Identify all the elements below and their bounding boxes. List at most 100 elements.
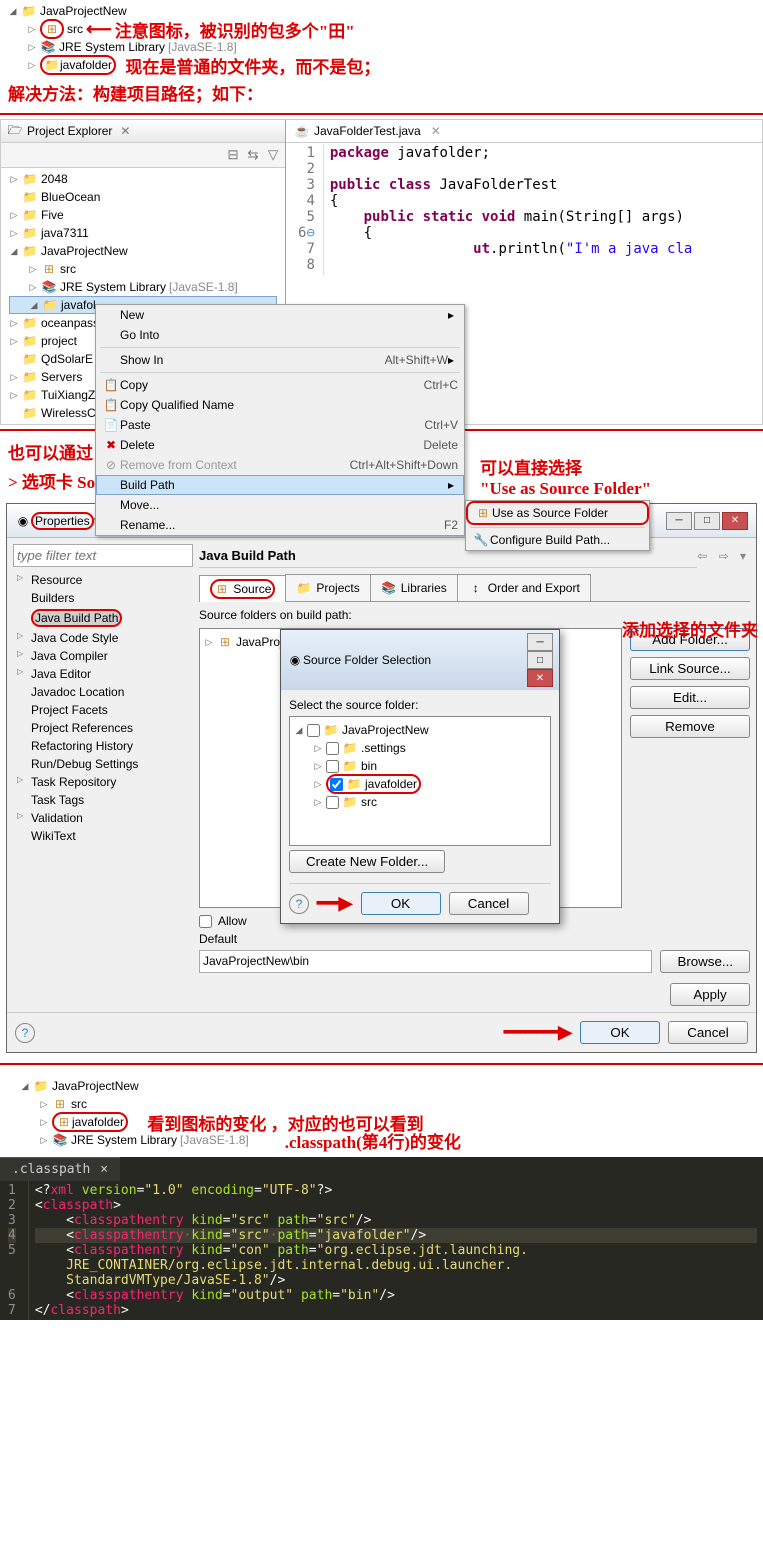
- xml-gutter: 12345 67: [0, 1181, 29, 1320]
- menu-move[interactable]: Move...: [96, 495, 464, 515]
- root-checkbox[interactable]: [307, 724, 320, 737]
- folder-checkbox[interactable]: [326, 796, 339, 809]
- folder-icon: 📁: [44, 57, 60, 73]
- edit-button[interactable]: Edit...: [630, 686, 750, 709]
- nav-validation[interactable]: Validation: [13, 809, 193, 827]
- explorer-title: Project Explorer: [27, 124, 112, 138]
- nav-refactoring[interactable]: Refactoring History: [13, 737, 193, 755]
- apply-button[interactable]: Apply: [670, 983, 750, 1006]
- nav-compiler[interactable]: Java Compiler: [13, 647, 193, 665]
- nav-resource[interactable]: Resource: [13, 571, 193, 589]
- nav-references[interactable]: Project References: [13, 719, 193, 737]
- close-button[interactable]: ✕: [722, 512, 748, 530]
- tree-item[interactable]: ▷⊞src: [9, 260, 277, 278]
- output-folder-field[interactable]: JavaProjectNew\bin: [199, 950, 652, 973]
- build-path-submenu: ⊞Use as Source Folder 🔧Configure Build P…: [465, 500, 650, 551]
- line-gutter: 123456⊖78: [286, 143, 324, 275]
- properties-nav: Resource Builders Java Build Path Java C…: [13, 544, 193, 1006]
- filter-input[interactable]: [13, 544, 193, 567]
- nav-java-build-path[interactable]: Java Build Path: [13, 607, 193, 629]
- library-icon: 📚: [40, 39, 56, 55]
- code-content[interactable]: package javafolder; public class JavaFol…: [324, 143, 698, 275]
- tab-libraries[interactable]: 📚Libraries: [370, 574, 458, 601]
- javafolder-label: javafolder: [60, 58, 112, 72]
- close-tab-icon[interactable]: ×: [100, 1162, 108, 1177]
- cancel-button[interactable]: Cancel: [668, 1021, 748, 1044]
- project-item[interactable]: 📁BlueOcean: [9, 188, 277, 206]
- nav-builders[interactable]: Builders: [13, 589, 193, 607]
- tab-source[interactable]: ⊞ Source: [199, 575, 286, 602]
- xml-content[interactable]: <?xml version="1.0" encoding="UTF-8"?> <…: [29, 1181, 763, 1320]
- nav-history-icons[interactable]: ⇦ ⇨ ▾: [697, 549, 750, 563]
- nav-javadoc[interactable]: Javadoc Location: [13, 683, 193, 701]
- package-icon: ⊞: [52, 1096, 68, 1112]
- nav-task-repo[interactable]: Task Repository: [13, 773, 193, 791]
- expand-icon[interactable]: ◢: [8, 6, 18, 16]
- editor-tab[interactable]: ☕JavaFolderTest.java✕: [286, 120, 762, 143]
- menu-configure-build-path[interactable]: 🔧Configure Build Path...: [466, 530, 649, 550]
- maximize-button[interactable]: □: [527, 651, 553, 669]
- folder-checkbox[interactable]: [326, 742, 339, 755]
- menu-rename[interactable]: Rename...F2: [96, 515, 464, 535]
- close-button[interactable]: ✕: [527, 669, 553, 687]
- expand-icon[interactable]: ▷: [27, 24, 37, 34]
- browse-button[interactable]: Browse...: [660, 950, 750, 973]
- eclipse-icon: ◉: [15, 513, 31, 529]
- inner-cancel-button[interactable]: Cancel: [449, 892, 529, 915]
- project-item[interactable]: ▷📁2048: [9, 170, 277, 188]
- menu-paste[interactable]: 📄PasteCtrl+V: [96, 415, 464, 435]
- expand-icon[interactable]: ▷: [27, 60, 37, 70]
- minimize-button[interactable]: ─: [527, 633, 553, 651]
- note-4: 可以直接选择 "Use as Source Folder": [480, 454, 651, 499]
- nav-code-style[interactable]: Java Code Style: [13, 629, 193, 647]
- folder-checkbox[interactable]: [326, 760, 339, 773]
- allow-checkbox[interactable]: [199, 915, 212, 928]
- ok-button[interactable]: OK: [580, 1021, 660, 1044]
- close-x-icon[interactable]: ✕: [120, 124, 130, 138]
- menu-copy-qualified[interactable]: 📋Copy Qualified Name: [96, 395, 464, 415]
- menu-remove-context[interactable]: ⊘Remove from ContextCtrl+Alt+Shift+Down: [96, 455, 464, 475]
- tree-item[interactable]: ▷📚JRE System Library [JavaSE-1.8]: [9, 278, 277, 296]
- project-icon: 📁: [21, 3, 37, 19]
- create-new-folder-button[interactable]: Create New Folder...: [289, 850, 445, 873]
- library-icon: 📚: [52, 1132, 68, 1148]
- remove-button[interactable]: Remove: [630, 715, 750, 738]
- inner-ok-button[interactable]: OK: [361, 892, 441, 915]
- nav-facets[interactable]: Project Facets: [13, 701, 193, 719]
- note-7: 添加选择的文件夹: [622, 616, 758, 641]
- project-item[interactable]: ▷📁Five: [9, 206, 277, 224]
- help-icon[interactable]: ?: [15, 1023, 35, 1043]
- inner-titlebar[interactable]: ◉Source Folder Selection ─□✕: [281, 630, 559, 690]
- xml-file-tab[interactable]: .classpath×: [0, 1157, 120, 1181]
- menu-copy[interactable]: 📋CopyCtrl+C: [96, 375, 464, 395]
- result-tree: ◢📁JavaProjectNew ▷⊞src ▷⊞javafolder 看到图标…: [0, 1069, 763, 1157]
- help-icon[interactable]: ?: [289, 894, 309, 914]
- menu-delete[interactable]: ✖DeleteDelete: [96, 435, 464, 455]
- collapse-all-button[interactable]: ⊟: [224, 146, 242, 164]
- close-tab-icon[interactable]: ✕: [431, 124, 441, 138]
- minimize-button[interactable]: ─: [666, 512, 692, 530]
- menu-show-in[interactable]: Show InAlt+Shift+W▸: [96, 350, 464, 370]
- menu-new[interactable]: New▸: [96, 305, 464, 325]
- folder-checkbox-checked[interactable]: [330, 778, 343, 791]
- expand-icon[interactable]: ▷: [27, 42, 37, 52]
- menu-build-path[interactable]: Build Path▸: [96, 475, 464, 495]
- arrow-annotation: ━━▶: [317, 893, 353, 914]
- nav-editor[interactable]: Java Editor: [13, 665, 193, 683]
- link-editor-button[interactable]: ⇆: [244, 146, 262, 164]
- nav-rundebug[interactable]: Run/Debug Settings: [13, 755, 193, 773]
- tab-projects[interactable]: 📁Projects: [285, 574, 370, 601]
- title-properties: Properties: [31, 512, 94, 530]
- view-menu-button[interactable]: ▽: [264, 146, 282, 164]
- nav-task-tags[interactable]: Task Tags: [13, 791, 193, 809]
- menu-use-as-source[interactable]: ⊞Use as Source Folder: [466, 501, 649, 525]
- project-item[interactable]: ◢📁JavaProjectNew: [9, 242, 277, 260]
- maximize-button[interactable]: □: [694, 512, 720, 530]
- link-source-button[interactable]: Link Source...: [630, 657, 750, 680]
- folder-selection-tree[interactable]: ◢📁JavaProjectNew ▷📁.settings ▷📁bin ▷📁jav…: [289, 716, 551, 846]
- nav-wikitext[interactable]: WikiText: [13, 827, 193, 845]
- allow-label: Allow: [218, 914, 247, 928]
- tab-order[interactable]: ↕Order and Export: [457, 574, 591, 601]
- project-item[interactable]: ▷📁java7311: [9, 224, 277, 242]
- menu-go-into[interactable]: Go Into: [96, 325, 464, 345]
